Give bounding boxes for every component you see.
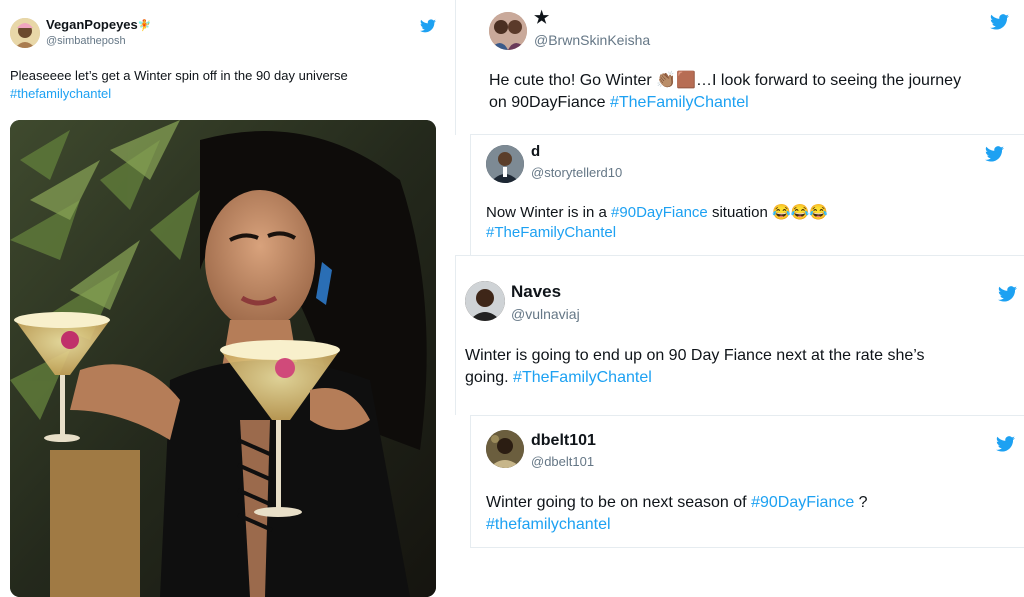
avatar[interactable] xyxy=(486,430,524,468)
twitter-bird-icon[interactable] xyxy=(990,14,1009,30)
tweet-card-3[interactable]: d @storytellerd10 Now Winter is in a #90… xyxy=(471,135,1024,255)
twitter-bird-icon[interactable] xyxy=(998,286,1017,302)
display-name[interactable]: ★ xyxy=(534,8,549,28)
hashtag-link[interactable]: #TheFamilyChantel xyxy=(610,94,749,111)
tweet-card-5[interactable]: dbelt101 @dbelt101 Winter going to be on… xyxy=(471,416,1024,547)
avatar[interactable] xyxy=(10,18,40,48)
hashtag-link[interactable]: #thefamilychantel xyxy=(10,86,111,101)
avatar[interactable] xyxy=(465,281,505,321)
avatar[interactable] xyxy=(489,12,527,50)
user-handle[interactable]: @BrwnSkinKeisha xyxy=(534,32,650,48)
photo-illustration xyxy=(10,120,436,597)
tweet-card-1[interactable]: VeganPopeyes🧚 @simbatheposh Pleaseeee le… xyxy=(0,0,455,597)
tweet-card-2[interactable]: ★ @BrwnSkinKeisha He cute tho! Go Winter… xyxy=(471,0,1024,134)
tweet-text: Pleaseeee let’s get a Winter spin off in… xyxy=(10,68,348,101)
row-divider xyxy=(470,547,1024,548)
hashtag-link[interactable]: #TheFamilyChantel xyxy=(486,224,616,241)
column-divider xyxy=(455,0,456,135)
avatar[interactable] xyxy=(486,145,524,183)
user-handle[interactable]: @simbatheposh xyxy=(46,35,126,47)
brown-square-emoji: 🟫 xyxy=(676,72,697,89)
user-handle[interactable]: @dbelt101 xyxy=(531,454,594,469)
user-handle[interactable]: @vulnaviaj xyxy=(511,306,580,322)
tweet-photo[interactable] xyxy=(10,120,436,597)
tweet-text: Now Winter is in a #90DayFiance situatio… xyxy=(486,204,829,242)
tweet-text: He cute tho! Go Winter 👏🏽🟫…I look forwar… xyxy=(489,72,962,111)
user-handle[interactable]: @storytellerd10 xyxy=(531,165,622,180)
clap-emoji: 👏🏽 xyxy=(656,72,677,89)
tweet-text: Winter going to be on next season of #90… xyxy=(486,494,868,533)
twitter-bird-icon[interactable] xyxy=(996,436,1015,452)
display-name[interactable]: d xyxy=(531,143,540,160)
tweet-text: Winter is going to end up on 90 Day Fian… xyxy=(465,347,925,386)
display-name[interactable]: VeganPopeyes🧚 xyxy=(46,17,151,32)
display-name[interactable]: dbelt101 xyxy=(531,432,596,450)
hashtag-link[interactable]: #thefamilychantel xyxy=(486,516,611,533)
laughing-emoji: 😂😂😂 xyxy=(772,204,829,221)
hashtag-link[interactable]: #90DayFiance xyxy=(751,494,854,511)
hashtag-link[interactable]: #TheFamilyChantel xyxy=(513,369,652,386)
twitter-bird-icon[interactable] xyxy=(985,146,1004,162)
hashtag-link[interactable]: #90DayFiance xyxy=(611,204,708,221)
fairy-emoji: 🧚 xyxy=(137,20,152,32)
display-name[interactable]: Naves xyxy=(511,282,561,302)
twitter-bird-icon[interactable] xyxy=(420,19,436,33)
tweet-card-4[interactable]: Naves @vulnaviaj Winter is going to end … xyxy=(456,256,1024,415)
